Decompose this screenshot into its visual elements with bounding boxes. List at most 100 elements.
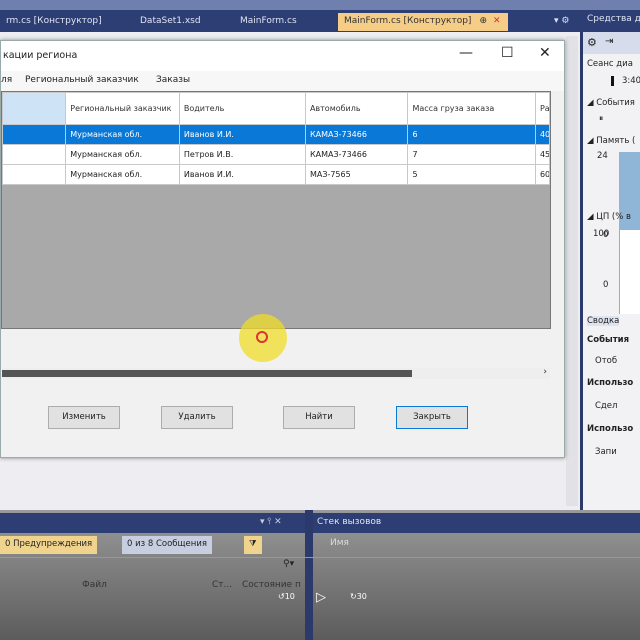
column-header[interactable]: Ра да bbox=[534, 92, 551, 125]
call-stack-header: Стек вызовов bbox=[313, 513, 640, 533]
form-title: кации региона bbox=[3, 50, 78, 61]
cell[interactable]: КАМАЗ-73466 bbox=[304, 144, 409, 165]
filter-icon[interactable]: ⧩ bbox=[244, 536, 262, 554]
cpu-chart bbox=[619, 230, 640, 314]
menu-item-orders[interactable]: Заказы bbox=[156, 75, 190, 85]
tab-label: MainForm.cs [Конструктор] bbox=[344, 16, 472, 26]
cpu-section[interactable]: ◢ ЦП (% в bbox=[587, 212, 631, 222]
cell[interactable]: 5 bbox=[407, 164, 536, 185]
tab-mainform-designer-active[interactable]: MainForm.cs [Конструктор] ⊕ ✕ bbox=[338, 13, 508, 31]
top-band bbox=[0, 0, 640, 10]
cell[interactable] bbox=[1, 164, 67, 185]
line-column[interactable]: Ст... bbox=[212, 580, 232, 590]
cell[interactable]: 40 bbox=[534, 124, 551, 145]
record-profile-link[interactable]: Запи bbox=[595, 447, 617, 457]
diagnostics-title: Средства д bbox=[583, 10, 640, 32]
forward-button[interactable]: ↻30 bbox=[350, 592, 367, 601]
cell[interactable]: 6 bbox=[407, 124, 536, 145]
cpu-min: 0 bbox=[603, 280, 609, 290]
dropdown-icon[interactable]: ▾ ⚙ bbox=[548, 13, 575, 31]
separator bbox=[0, 557, 640, 558]
tab-dataset1[interactable]: DataSet1.xsd bbox=[134, 13, 207, 31]
settings-icon[interactable]: ⚙ bbox=[587, 36, 597, 49]
name-column[interactable]: Имя bbox=[330, 538, 349, 548]
table-row[interactable]: Мурманская обл. Иванов И.И. КАМАЗ-73466 6 40 bbox=[1, 124, 551, 145]
warnings-filter[interactable]: 0 Предупреждения bbox=[0, 536, 98, 554]
header-row: Региональный заказчик Водитель Автомобил… bbox=[1, 92, 551, 125]
minimize-button[interactable]: — bbox=[459, 45, 473, 61]
data-grid[interactable]: Региональный заказчик Водитель Автомобил… bbox=[1, 91, 551, 379]
pin-icon[interactable]: ⊕ bbox=[479, 16, 487, 26]
column-header[interactable] bbox=[1, 92, 67, 125]
column-header[interactable]: Региональный заказчик bbox=[65, 92, 180, 125]
show-events-link[interactable]: Отоб bbox=[595, 356, 617, 366]
cell[interactable]: Иванов И.И. bbox=[178, 124, 306, 145]
menu-bar: ля Региональный заказчик Заказы bbox=[1, 71, 564, 91]
panel-options-icon[interactable]: ▾ ⫯ ✕ bbox=[260, 517, 282, 527]
error-list-header: ▾ ⫯ ✕ bbox=[0, 513, 305, 533]
session-time: 3:40 bbox=[611, 76, 640, 86]
table-row[interactable]: Мурманская обл. Петров И.В. КАМАЗ-73466 7 45 bbox=[1, 144, 551, 165]
memory-usage-heading: Использо bbox=[587, 378, 634, 388]
menu-item-1[interactable]: ля bbox=[1, 75, 12, 85]
column-header[interactable]: Водитель bbox=[178, 92, 306, 125]
cell[interactable]: Иванов И.И. bbox=[178, 164, 306, 185]
column-header[interactable]: Автомобиль bbox=[304, 92, 409, 125]
cell[interactable]: Мурманская обл. bbox=[65, 124, 180, 145]
document-tab-bar: rm.cs [Конструктор] DataSet1.xsd MainFor… bbox=[0, 10, 583, 32]
find-button[interactable]: Найти bbox=[283, 406, 355, 429]
close-button[interactable]: Закрыть bbox=[396, 406, 468, 429]
state-column[interactable]: Состояние п bbox=[242, 580, 301, 590]
cpu-usage-heading: Использо bbox=[587, 424, 634, 434]
events-heading: События bbox=[587, 335, 630, 345]
pause-icon[interactable]: ⏸ bbox=[599, 114, 603, 124]
column-header[interactable]: Масса груза заказа bbox=[407, 92, 536, 125]
cell[interactable] bbox=[1, 124, 67, 145]
session-label: Сеанс диа bbox=[587, 59, 633, 69]
click-indicator-icon bbox=[256, 331, 268, 343]
cell[interactable]: КАМАЗ-73466 bbox=[304, 124, 409, 145]
cell[interactable]: Мурманская обл. bbox=[65, 164, 180, 185]
file-column[interactable]: Файл bbox=[82, 580, 107, 590]
play-button[interactable]: ▷ bbox=[316, 590, 326, 605]
rewind-label: 10 bbox=[284, 592, 295, 601]
cell[interactable]: 7 bbox=[407, 144, 536, 165]
scroll-right-icon[interactable]: › bbox=[543, 367, 547, 377]
tab-summary[interactable]: Сводка bbox=[587, 316, 620, 326]
cell[interactable]: Мурманская обл. bbox=[65, 144, 180, 165]
messages-filter[interactable]: 0 из 8 Сообщения bbox=[122, 536, 212, 554]
cell[interactable]: 45 bbox=[534, 144, 551, 165]
menu-item-regional-customer[interactable]: Региональный заказчик bbox=[25, 75, 139, 85]
form-window: кации региона — ☐ ✕ ля Региональный зака… bbox=[0, 40, 565, 458]
horizontal-scrollbar[interactable]: › bbox=[2, 367, 550, 379]
delete-button[interactable]: Удалить bbox=[161, 406, 233, 429]
panel-splitter[interactable] bbox=[305, 510, 313, 640]
take-snapshot-link[interactable]: Сдел bbox=[595, 401, 617, 411]
rewind-button[interactable]: ↺10 bbox=[278, 592, 295, 601]
events-section[interactable]: ◢ События bbox=[587, 98, 635, 108]
close-icon[interactable]: ✕ bbox=[493, 16, 501, 26]
cell[interactable]: 60 bbox=[534, 164, 551, 185]
close-window-button[interactable]: ✕ bbox=[539, 45, 551, 61]
form-title-bar: кации региона — ☐ ✕ bbox=[1, 41, 564, 71]
forward-label: 30 bbox=[356, 592, 367, 601]
scrollbar-thumb[interactable] bbox=[2, 370, 412, 377]
diagnostics-panel: ⚙ ⇥ Сеанс диа 3:40 ◢ События ⏸ ◢ Память (… bbox=[583, 32, 640, 510]
cursor-highlight bbox=[239, 314, 287, 362]
edit-button[interactable]: Изменить bbox=[48, 406, 120, 429]
diagnostics-toolbar: ⚙ ⇥ bbox=[583, 32, 640, 54]
cpu-max: 100 bbox=[593, 229, 610, 239]
maximize-button[interactable]: ☐ bbox=[501, 45, 514, 61]
memory-section[interactable]: ◢ Память ( bbox=[587, 136, 635, 146]
search-icon[interactable]: ⚲▾ bbox=[283, 559, 294, 569]
select-tools-icon[interactable]: ⇥ bbox=[605, 36, 613, 47]
cell[interactable] bbox=[1, 144, 67, 165]
cell[interactable]: МАЗ-7565 bbox=[304, 164, 409, 185]
table-row[interactable]: Мурманская обл. Иванов И.И. МАЗ-7565 5 60 bbox=[1, 164, 551, 185]
memory-max: 24 bbox=[597, 151, 608, 161]
designer-scrollbar[interactable] bbox=[566, 36, 578, 506]
tab-mainform-designer-1[interactable]: rm.cs [Конструктор] bbox=[0, 13, 108, 31]
memory-chart bbox=[619, 152, 640, 240]
tab-mainform-cs[interactable]: MainForm.cs bbox=[234, 13, 303, 31]
cell[interactable]: Петров И.В. bbox=[178, 144, 306, 165]
